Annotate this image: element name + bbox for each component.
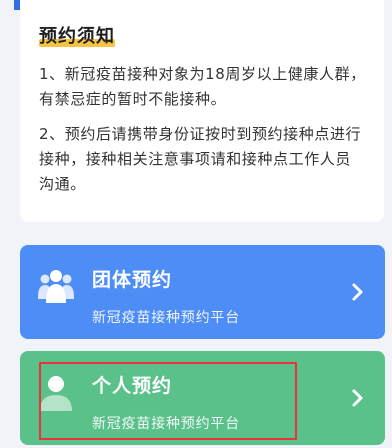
- chevron-right-icon: [352, 389, 363, 407]
- group-appointment-subtitle: 新冠疫苗接种预约平台: [92, 310, 240, 326]
- notice-title: 预约须知: [39, 26, 115, 47]
- group-appointment-title: 团体预约: [92, 269, 173, 291]
- notice-title-wrap: 预约须知: [39, 22, 115, 48]
- chevron-right-icon: [352, 283, 363, 301]
- notice-card: 预约须知 1、新冠疫苗接种对象为18周岁以上健康人群，有禁忌症的暂时不能接种。 …: [20, 0, 384, 222]
- annotation-highlight-box: [39, 362, 297, 440]
- group-appointment-button[interactable]: 团体预约 新冠疫苗接种预约平台: [20, 245, 385, 339]
- notice-paragraph-1: 1、新冠疫苗接种对象为18周岁以上健康人群，有禁忌症的暂时不能接种。: [39, 65, 366, 108]
- group-people-icon: [38, 270, 74, 303]
- notice-paragraph-2: 2、预约后请携带身份证按时到预约接种点进行接种，接种相关注意事项请和接种点工作人…: [39, 125, 362, 193]
